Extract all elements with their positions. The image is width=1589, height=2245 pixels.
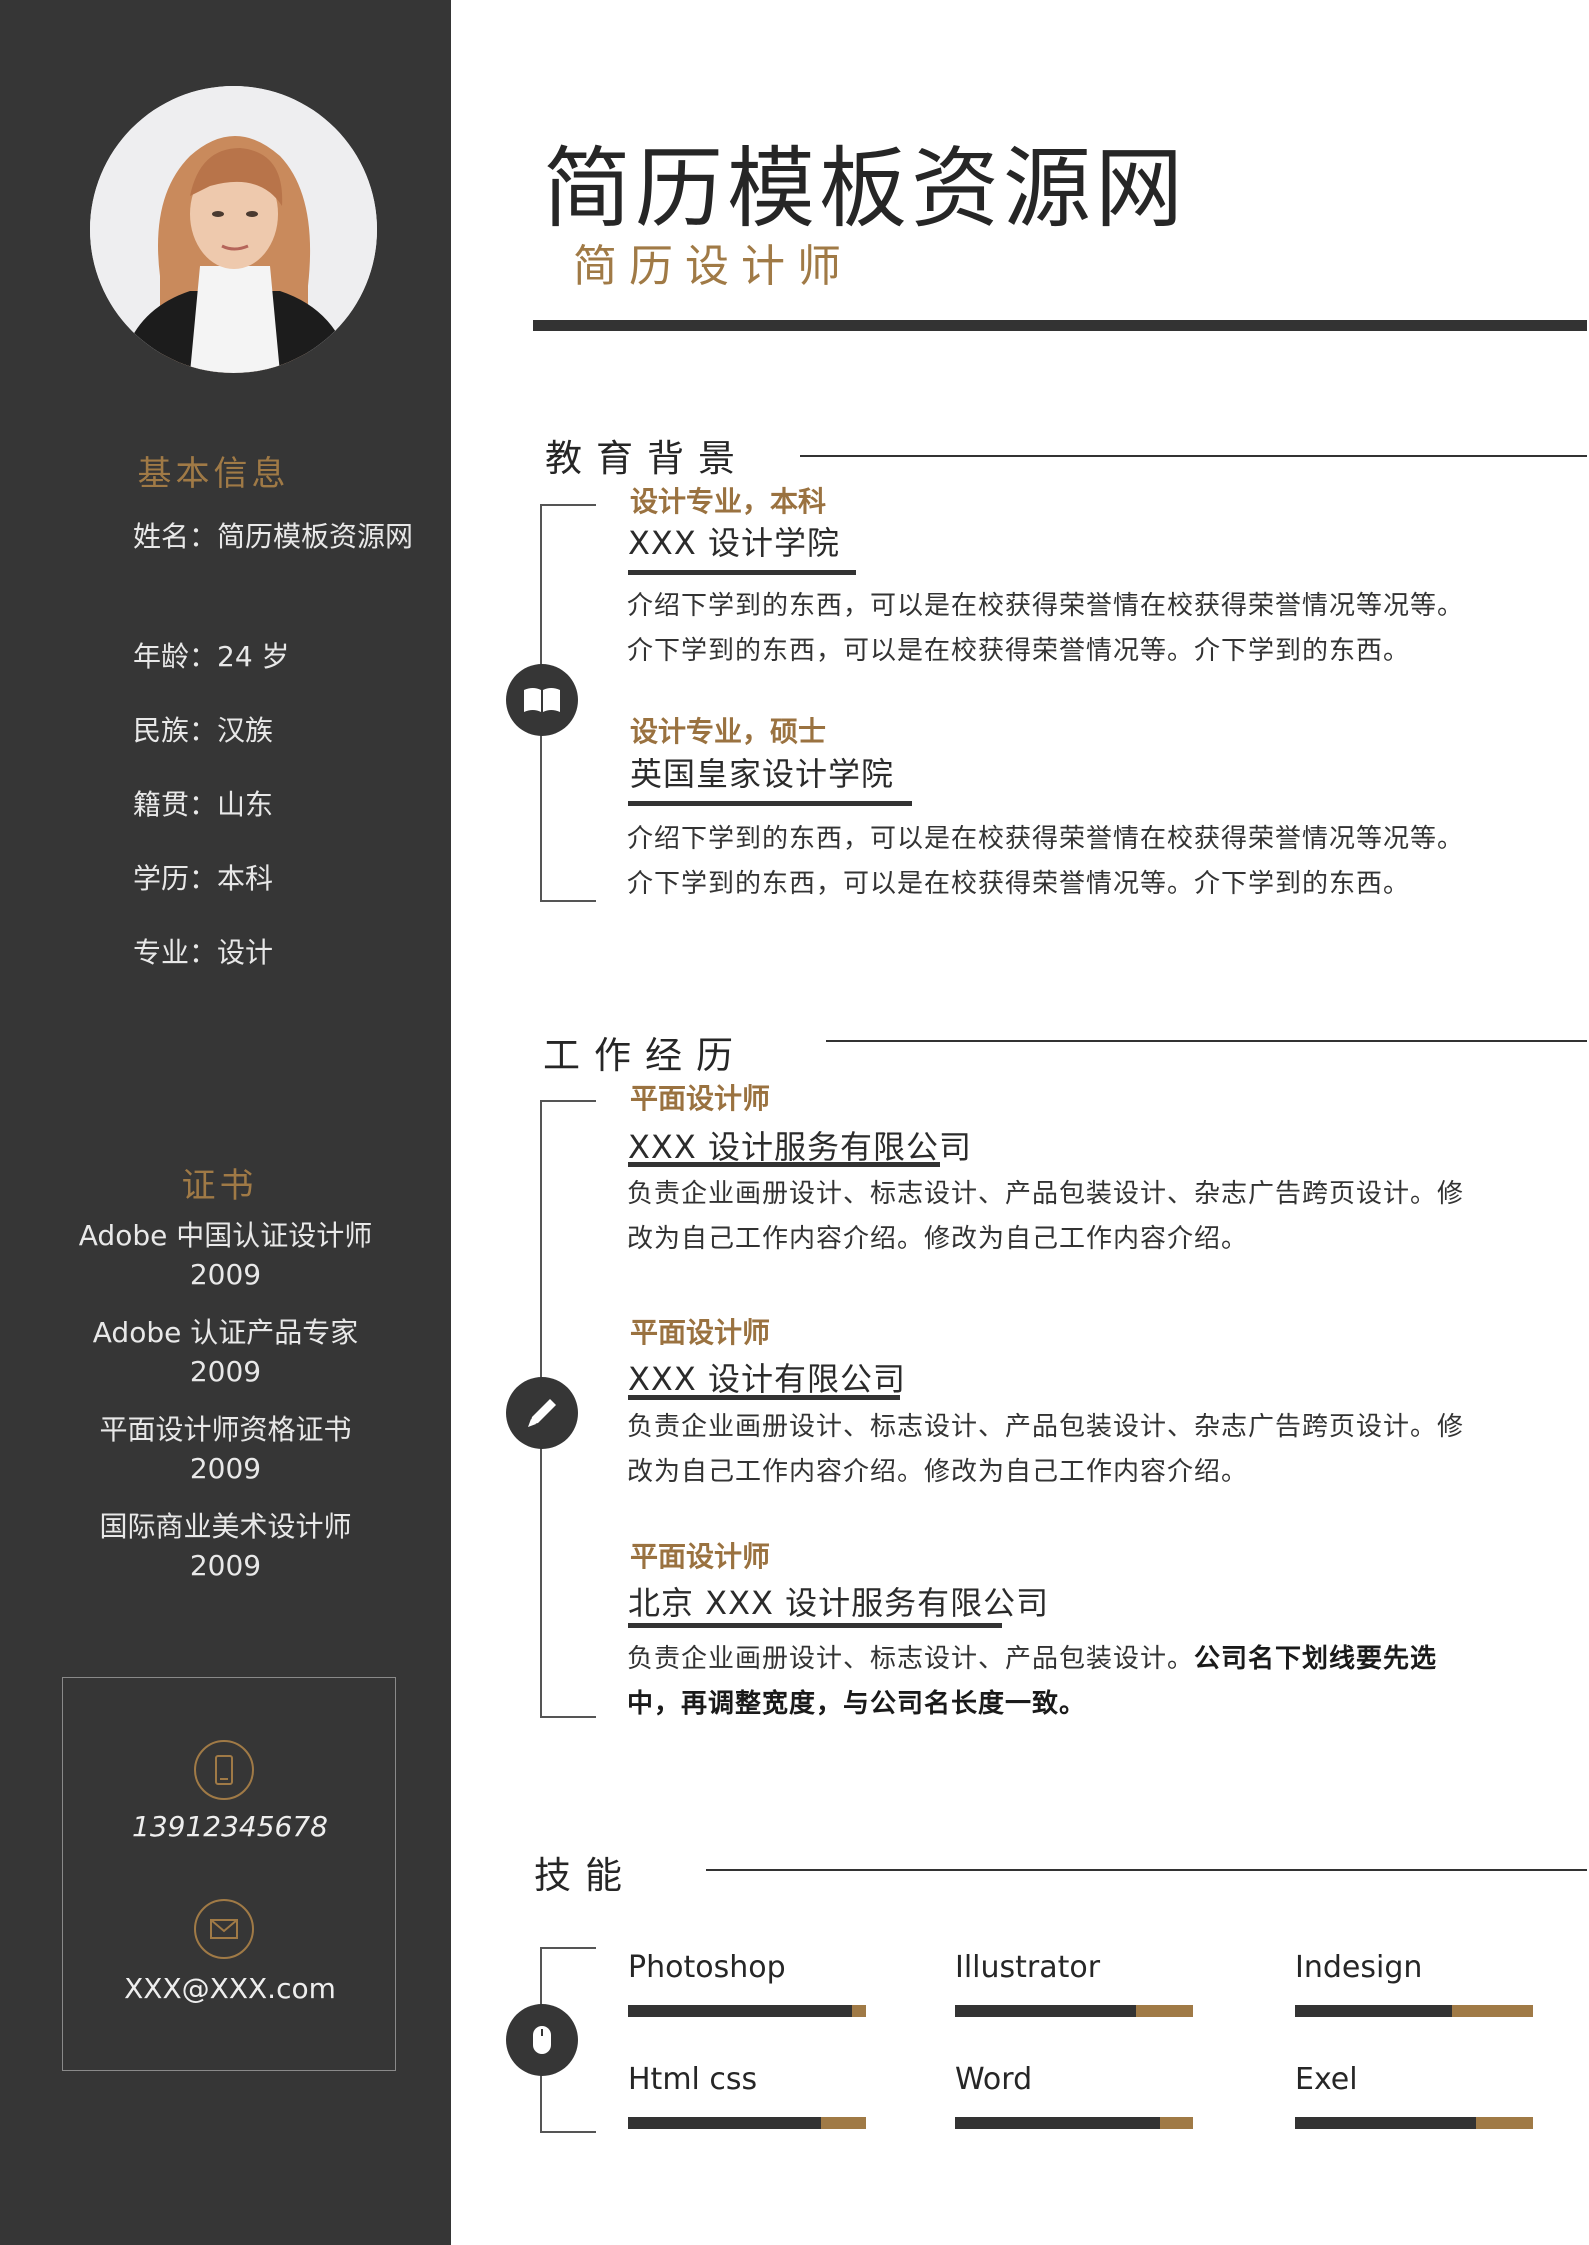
education-title: 教育背景	[545, 437, 749, 480]
skill-name: Html css	[628, 2062, 758, 2097]
info-name: 姓名：简历模板资源网	[133, 520, 414, 553]
desc-line: 改为自己工作内容介绍。修改为自己工作内容介绍。	[627, 1224, 1249, 1254]
page-title: 简历模板资源网	[543, 137, 1188, 240]
desc-line: 中，再调整宽度，与公司名长度一致。	[627, 1682, 1507, 1727]
skill-level-fill	[1295, 2005, 1453, 2017]
cert-year: 2009	[189, 1549, 262, 1582]
skill-level-fill	[1295, 2117, 1476, 2129]
cert-name: 国际商业美术设计师	[99, 1510, 352, 1543]
skill-level-bar	[1295, 2005, 1533, 2017]
basic-info-title: 基本信息	[137, 454, 290, 494]
title-divider	[533, 320, 1587, 331]
info-ethnicity: 民族：汉族	[133, 714, 274, 747]
skill-level-bar	[955, 2005, 1193, 2017]
cert-item: Adobe 认证产品专家 2009	[0, 1313, 451, 1391]
skill-level-fill	[955, 2117, 1160, 2129]
contact-box: 13912345678 XXX@XXX.com	[62, 1677, 396, 2071]
cert-name: Adobe 认证产品专家	[92, 1316, 359, 1349]
cert-title: 证书	[181, 1166, 258, 1206]
desc-line: 介绍下学到的东西，可以是在校获得荣誉情在校获得荣誉情况等况等。	[627, 591, 1465, 621]
job-company-underline	[628, 1162, 940, 1167]
desc-line: 介绍下学到的东西，可以是在校获得荣誉情在校获得荣誉情况等况等。	[627, 824, 1465, 854]
desc-line: 负责企业画册设计、标志设计、产品包装设计。公司名下划线要先选	[627, 1637, 1507, 1682]
info-age: 年龄：24 岁	[133, 640, 290, 673]
cert-name: Adobe 中国认证设计师	[78, 1219, 373, 1252]
skill-name: Indesign	[1295, 1950, 1423, 1985]
mouse-icon	[506, 2004, 578, 2076]
edu-description: 介绍下学到的东西，可以是在校获得荣誉情在校获得荣誉情况等况等。 介下学到的东西，…	[627, 584, 1507, 674]
cert-item: 平面设计师资格证书 2009	[0, 1410, 451, 1488]
skill-name: Exel	[1295, 2062, 1358, 2097]
skill-name: Photoshop	[628, 1950, 786, 1985]
edu-role: 设计专业，硕士	[630, 715, 827, 748]
job-role: 平面设计师	[630, 1316, 771, 1349]
job-role: 平面设计师	[630, 1540, 771, 1573]
desc-bold-text: 中，再调整宽度，与公司名长度一致。	[627, 1689, 1087, 1719]
education-divider	[800, 455, 1587, 457]
desc-line: 负责企业画册设计、标志设计、产品包装设计、杂志广告跨页设计。修	[627, 1412, 1465, 1442]
edu-description: 介绍下学到的东西，可以是在校获得荣誉情在校获得荣誉情况等况等。 介下学到的东西，…	[627, 817, 1507, 907]
email-address[interactable]: XXX@XXX.com	[63, 1972, 397, 2005]
skill-level-bar	[1295, 2117, 1533, 2129]
skill-level-fill	[955, 2005, 1136, 2017]
email-icon	[194, 1899, 254, 1959]
skill-level-bar	[628, 2005, 866, 2017]
skill-level-fill	[628, 2117, 821, 2129]
desc-line: 负责企业画册设计、标志设计、产品包装设计、杂志广告跨页设计。修	[627, 1179, 1465, 1209]
skills-divider	[706, 1869, 1587, 1871]
info-major: 专业：设计	[133, 936, 274, 969]
job-description: 负责企业画册设计、标志设计、产品包装设计。公司名下划线要先选 中，再调整宽度，与…	[627, 1637, 1507, 1727]
cert-item: Adobe 中国认证设计师 2009	[0, 1216, 451, 1294]
edu-school: XXX 设计学院	[628, 524, 840, 562]
job-company: XXX 设计有限公司	[628, 1360, 906, 1398]
edu-school-underline	[628, 801, 912, 806]
portrait-image	[90, 86, 377, 373]
skill-level-bar	[955, 2117, 1193, 2129]
edu-school: 英国皇家设计学院	[630, 755, 895, 793]
desc-line: 介下学到的东西，可以是在校获得荣誉情况等。介下学到的东西。	[627, 636, 1411, 666]
info-education: 学历：本科	[133, 862, 274, 895]
job-company: 北京 XXX 设计服务有限公司	[628, 1584, 1050, 1622]
desc-line: 介下学到的东西，可以是在校获得荣誉情况等。介下学到的东西。	[627, 869, 1411, 899]
work-title: 工作经历	[543, 1034, 747, 1077]
phone-icon	[194, 1740, 254, 1800]
info-hometown: 籍贯：山东	[133, 788, 274, 821]
desc-text: 负责企业画册设计、标志设计、产品包装设计。	[627, 1644, 1195, 1674]
desc-bold-text: 公司名下划线要先选	[1194, 1644, 1438, 1674]
pencil-icon	[506, 1377, 578, 1449]
job-description: 负责企业画册设计、标志设计、产品包装设计、杂志广告跨页设计。修 改为自己工作内容…	[627, 1172, 1507, 1262]
sidebar: 基本信息 姓名：简历模板资源网 年龄：24 岁 民族：汉族 籍贯：山东 学历：本…	[0, 0, 451, 2245]
job-role: 平面设计师	[630, 1082, 771, 1115]
cert-year: 2009	[189, 1258, 262, 1291]
cert-item: 国际商业美术设计师 2009	[0, 1507, 451, 1585]
cert-year: 2009	[189, 1355, 262, 1388]
edu-school-underline	[628, 570, 856, 575]
skills-title: 技能	[534, 1854, 636, 1897]
edu-role: 设计专业，本科	[630, 485, 827, 518]
cert-year: 2009	[189, 1452, 262, 1485]
skill-level-fill	[628, 2005, 852, 2017]
skill-level-bar	[628, 2117, 866, 2129]
cert-name: 平面设计师资格证书	[99, 1413, 352, 1446]
book-icon	[506, 664, 578, 736]
skill-name: Word	[955, 2062, 1033, 2097]
page-subtitle: 简历设计师	[573, 241, 853, 292]
job-company-underline	[628, 1395, 900, 1400]
avatar	[90, 86, 377, 373]
work-divider	[826, 1040, 1587, 1042]
job-company-underline	[628, 1623, 1002, 1628]
skill-name: Illustrator	[955, 1950, 1101, 1985]
desc-line: 改为自己工作内容介绍。修改为自己工作内容介绍。	[627, 1457, 1249, 1487]
job-description: 负责企业画册设计、标志设计、产品包装设计、杂志广告跨页设计。修 改为自己工作内容…	[627, 1405, 1507, 1495]
phone-number[interactable]: 13912345678	[63, 1810, 397, 1843]
